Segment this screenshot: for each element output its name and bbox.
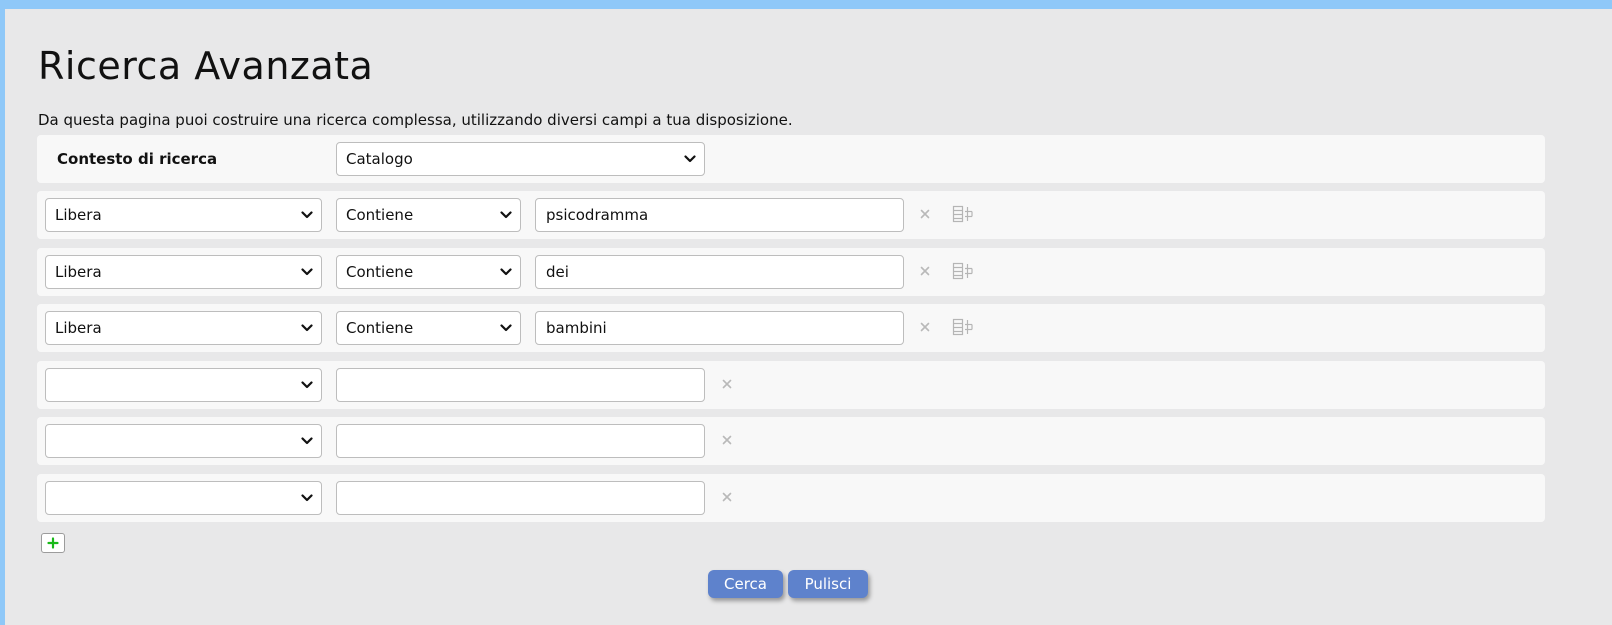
chevron-down-icon (500, 324, 512, 332)
chevron-down-icon (301, 494, 313, 502)
chevron-down-icon (301, 268, 313, 276)
field-select[interactable] (45, 368, 322, 402)
search-button[interactable]: Cerca (708, 570, 783, 598)
search-term-input[interactable] (336, 368, 705, 402)
chevron-down-icon (500, 268, 512, 276)
field-select-value: Libera (55, 319, 102, 337)
search-term-input[interactable] (535, 198, 904, 232)
operator-select-value: Contiene (346, 263, 414, 281)
page-title: Ricerca Avanzata (38, 44, 374, 88)
group-icon[interactable] (952, 318, 974, 336)
field-select[interactable] (45, 424, 322, 458)
page-description: Da questa pagina puoi costruire una rice… (38, 111, 793, 129)
chevron-down-icon (301, 437, 313, 445)
close-icon[interactable] (719, 376, 735, 392)
field-select[interactable]: Libera (45, 255, 322, 289)
field-select[interactable]: Libera (45, 311, 322, 345)
criteria-row-empty (37, 361, 1545, 409)
search-term-input[interactable] (535, 311, 904, 345)
chevron-down-icon (500, 211, 512, 219)
operator-select[interactable]: Contiene (336, 311, 521, 345)
criteria-row: Libera Contiene (37, 248, 1545, 296)
criteria-row-empty (37, 474, 1545, 522)
plus-icon (47, 537, 59, 549)
close-icon[interactable] (917, 263, 933, 279)
group-icon[interactable] (952, 205, 974, 223)
clear-button[interactable]: Pulisci (788, 570, 868, 598)
context-label: Contesto di ricerca (57, 150, 218, 168)
add-row-button[interactable] (41, 533, 65, 553)
close-icon[interactable] (719, 489, 735, 505)
criteria-row: Libera Contiene (37, 191, 1545, 239)
chevron-down-icon (684, 155, 696, 163)
search-term-input[interactable] (336, 424, 705, 458)
search-term-input[interactable] (336, 481, 705, 515)
field-select-value: Libera (55, 263, 102, 281)
close-icon[interactable] (917, 319, 933, 335)
context-select[interactable]: Catalogo (336, 142, 705, 176)
chevron-down-icon (301, 324, 313, 332)
close-icon[interactable] (719, 432, 735, 448)
search-term-input[interactable] (535, 255, 904, 289)
operator-select-value: Contiene (346, 206, 414, 224)
criteria-row: Libera Contiene (37, 304, 1545, 352)
context-select-value: Catalogo (346, 150, 413, 168)
operator-select-value: Contiene (346, 319, 414, 337)
field-select[interactable]: Libera (45, 198, 322, 232)
close-icon[interactable] (917, 206, 933, 222)
field-select-value: Libera (55, 206, 102, 224)
page-container: Ricerca Avanzata Da questa pagina puoi c… (5, 9, 1612, 625)
chevron-down-icon (301, 211, 313, 219)
group-icon[interactable] (952, 262, 974, 280)
chevron-down-icon (301, 381, 313, 389)
operator-select[interactable]: Contiene (336, 198, 521, 232)
context-row: Contesto di ricerca Catalogo (37, 135, 1545, 183)
criteria-row-empty (37, 417, 1545, 465)
operator-select[interactable]: Contiene (336, 255, 521, 289)
field-select[interactable] (45, 481, 322, 515)
